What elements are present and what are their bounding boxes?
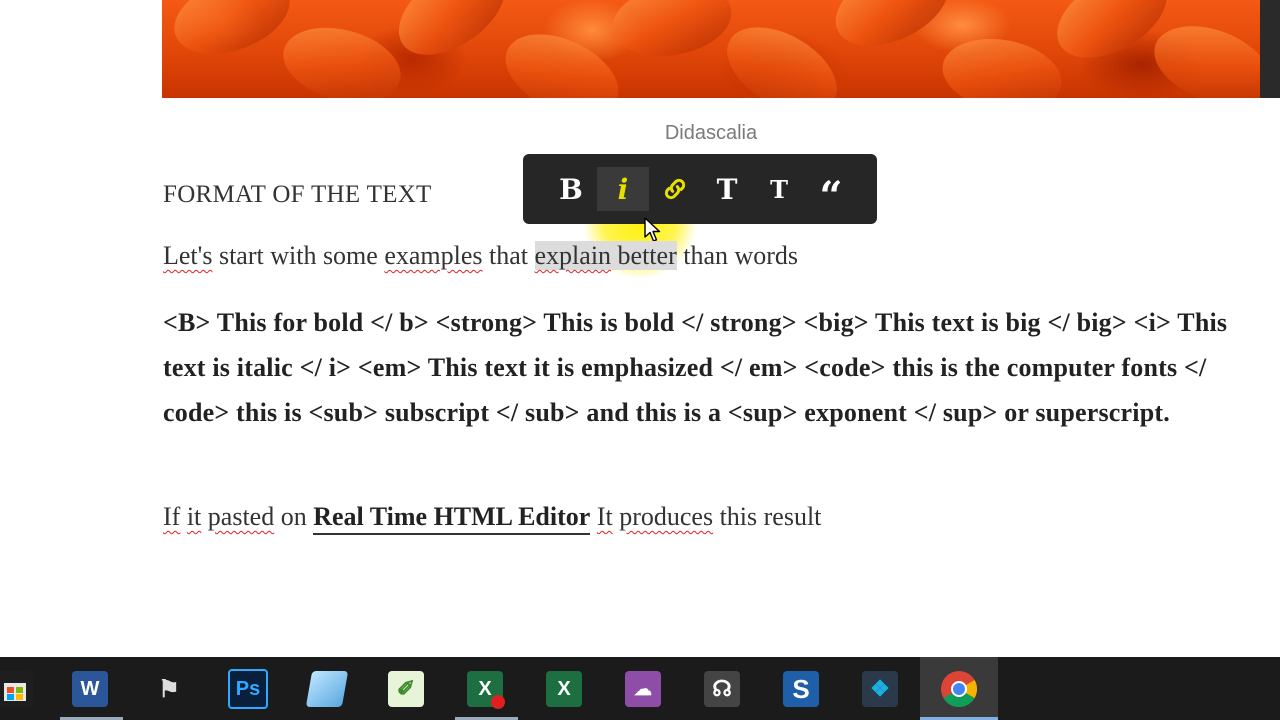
notepad-icon[interactable]: ✐: [383, 666, 429, 712]
selected-text[interactable]: better: [611, 241, 677, 270]
gimp-icon[interactable]: ⚑: [146, 666, 192, 712]
result-paragraph: If it pasted on Real Time HTML Editor It…: [163, 502, 822, 535]
word: pasted: [207, 502, 275, 531]
word: It: [596, 502, 613, 531]
link-button[interactable]: [649, 167, 701, 211]
kodi-icon[interactable]: ❖: [857, 666, 903, 712]
code-example-paragraph: <B> This for bold </ b> <strong> This is…: [163, 308, 1228, 427]
windows-taskbar: W ⚑ Ps ✐ X X ☁ ☊ S ❖: [0, 657, 1280, 720]
section-heading: FORMAT OF THE TEXT: [163, 181, 432, 208]
selected-word[interactable]: explain: [535, 241, 612, 270]
bold-button[interactable]: B: [545, 167, 597, 211]
italic-button[interactable]: i: [597, 167, 649, 211]
word: it: [186, 502, 202, 531]
intro-paragraph: Let's start with some examples that expl…: [163, 241, 798, 271]
word: Let's: [163, 241, 213, 270]
excel-record-icon[interactable]: X: [462, 666, 508, 712]
title-small-button[interactable]: T: [753, 167, 805, 211]
headphones-icon[interactable]: ☊: [699, 666, 745, 712]
photoshop-icon[interactable]: Ps: [225, 666, 271, 712]
editor-link[interactable]: Real Time HTML Editor: [313, 502, 591, 535]
link-icon: [664, 178, 686, 200]
snagit-icon[interactable]: S: [778, 666, 824, 712]
text: that: [482, 241, 535, 270]
text: start with some: [212, 241, 385, 270]
text: on: [274, 502, 314, 531]
quote-button[interactable]: “: [805, 160, 857, 220]
word: examples: [384, 241, 483, 270]
text: this result: [713, 502, 822, 531]
formatting-toolbar: B i T T “: [523, 154, 877, 224]
header-image: [162, 0, 1260, 98]
image-caption: Didascalia: [664, 122, 758, 144]
chrome-icon[interactable]: [936, 666, 982, 712]
notepad-plus-icon[interactable]: [304, 666, 350, 712]
store-icon[interactable]: [0, 666, 38, 712]
word: produces: [619, 502, 714, 531]
text: than words: [676, 241, 799, 270]
scrollbar-edge: [1260, 0, 1280, 98]
title-large-button[interactable]: T: [701, 167, 753, 211]
onenote-icon[interactable]: ☁: [620, 666, 666, 712]
word-icon[interactable]: W: [67, 666, 113, 712]
word: If: [163, 502, 181, 531]
excel-icon[interactable]: X: [541, 666, 587, 712]
